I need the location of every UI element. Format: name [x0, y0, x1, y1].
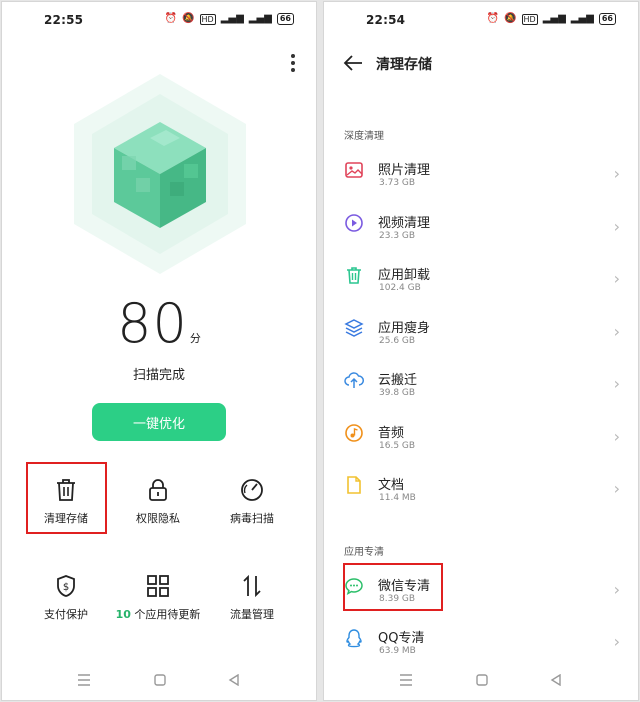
status-icons: ⏰ 🔕 HD ▂▄▆ ▂▄▆ 66: [165, 12, 294, 26]
page-title: 清理存储: [376, 57, 432, 73]
svg-text:$: $: [63, 582, 69, 593]
list-item-qq-clean[interactable]: QQ专清 63.9 MB ›: [324, 622, 638, 674]
highlight-box-clean-storage: [26, 462, 107, 534]
chevron-right-icon: ›: [613, 164, 620, 183]
score-value: 80: [117, 292, 188, 355]
shield-dollar-icon: $: [57, 575, 75, 597]
apps-grid-icon: [147, 575, 169, 597]
item-name: 视频清理: [378, 216, 431, 231]
item-size: 3.73 GB: [379, 178, 416, 188]
back-nav-icon[interactable]: [224, 670, 244, 690]
chevron-right-icon: ›: [613, 479, 620, 498]
home-icon[interactable]: [472, 670, 492, 690]
phone-screen-home: 22:55 ⏰ 🔕 HD ▂▄▆ ▂▄▆ 66 80分 扫描完成 一键优化 清: [1, 1, 317, 701]
grid-label: 10 个应用待更新: [115, 608, 201, 621]
grid-label: 权限隐私: [136, 512, 180, 525]
status-icons: ⏰ 🔕 HD ▂▄▆ ▂▄▆ 66: [487, 12, 616, 26]
status-bar: 22:54 ⏰ 🔕 HD ▂▄▆ ▂▄▆ 66: [324, 10, 638, 30]
scan-gauge-icon: [241, 479, 263, 501]
music-icon: [345, 424, 363, 442]
grid-item-permission-privacy[interactable]: 权限隐私: [108, 478, 208, 526]
nav-bar: [2, 670, 316, 690]
list-item-app-slim[interactable]: 应用瘦身 25.6 GB ›: [324, 312, 638, 364]
play-icon: [345, 214, 363, 232]
item-size: 25.6 GB: [379, 336, 416, 346]
document-icon: [347, 476, 361, 494]
photo-icon: [345, 162, 363, 178]
signal-icon-2: ▂▄▆: [570, 13, 594, 24]
one-click-optimize-button[interactable]: 一键优化: [92, 403, 226, 441]
signal-icon: ▂▄▆: [542, 13, 566, 24]
hd-icon: HD: [199, 13, 216, 25]
list-item-audio[interactable]: 音频 16.5 GB ›: [324, 417, 638, 469]
scan-status-text: 扫描完成: [132, 368, 185, 383]
recent-apps-icon[interactable]: [74, 670, 94, 690]
nav-bar: [324, 670, 638, 690]
mute-icon: 🔕: [182, 13, 195, 24]
highlight-box-wechat-clean: [343, 563, 443, 611]
back-nav-icon[interactable]: [546, 670, 566, 690]
recent-apps-icon[interactable]: [396, 670, 416, 690]
trash-icon: [347, 267, 361, 284]
item-size: 102.4 GB: [379, 283, 421, 293]
item-size: 63.9 MB: [379, 646, 416, 656]
cloud-upload-icon: [344, 372, 364, 388]
back-arrow-icon[interactable]: [342, 52, 364, 74]
item-name: 音频: [378, 426, 405, 441]
grid-label: 支付保护: [44, 608, 88, 621]
signal-icon: ▂▄▆: [220, 13, 244, 24]
item-size: 16.5 GB: [379, 441, 416, 451]
list-item-video-clean[interactable]: 视频清理 23.3 GB ›: [324, 207, 638, 259]
hd-icon: HD: [521, 13, 538, 25]
item-size: 11.4 MB: [379, 493, 416, 503]
status-time: 22:55: [44, 13, 84, 27]
chevron-right-icon: ›: [613, 632, 620, 651]
grid-label: 流量管理: [230, 608, 274, 621]
signal-icon-2: ▂▄▆: [248, 13, 272, 24]
status-bar: 22:55 ⏰ 🔕 HD ▂▄▆ ▂▄▆ 66: [2, 10, 316, 30]
section-header-deep-clean: 深度清理: [344, 131, 384, 142]
grid-item-payment-protection[interactable]: $ 支付保护: [16, 574, 116, 622]
mute-icon: 🔕: [504, 13, 517, 24]
battery-icon: 66: [276, 13, 294, 25]
grid-item-virus-scan[interactable]: 病毒扫描: [202, 478, 302, 526]
chevron-right-icon: ›: [613, 374, 620, 393]
data-arrows-icon: [243, 574, 261, 598]
phone-screen-clean-storage: 22:54 ⏰ 🔕 HD ▂▄▆ ▂▄▆ 66 清理存储 深度清理 照片清理 3…: [323, 1, 639, 701]
update-count: 10: [115, 608, 131, 621]
item-name: 应用瘦身: [378, 321, 431, 336]
lock-icon: [149, 479, 167, 501]
layers-icon: [344, 319, 364, 337]
item-size: 39.8 GB: [379, 388, 416, 398]
item-name: QQ专清: [378, 631, 425, 646]
score-unit: 分: [189, 332, 201, 345]
item-name: 应用卸载: [378, 268, 431, 283]
grid-item-data-management[interactable]: 流量管理: [202, 574, 302, 622]
grid-item-app-updates[interactable]: 10 个应用待更新: [108, 574, 208, 622]
battery-icon: 66: [598, 13, 616, 25]
status-time: 22:54: [366, 13, 406, 27]
item-name: 照片清理: [378, 163, 431, 178]
storage-cube-illustration: [74, 74, 246, 274]
item-size: 23.3 GB: [379, 231, 416, 241]
chevron-right-icon: ›: [613, 217, 620, 236]
item-name: 云搬迁: [378, 373, 418, 388]
chevron-right-icon: ›: [613, 269, 620, 288]
chevron-right-icon: ›: [613, 427, 620, 446]
list-item-cloud-migrate[interactable]: 云搬迁 39.8 GB ›: [324, 364, 638, 416]
score-display: 80 分: [2, 292, 316, 355]
list-item-app-uninstall[interactable]: 应用卸载 102.4 GB ›: [324, 259, 638, 311]
alarm-icon: ⏰: [164, 13, 178, 24]
list-item-documents[interactable]: 文档 11.4 MB ›: [324, 469, 638, 521]
chevron-right-icon: ›: [613, 322, 620, 341]
chevron-right-icon: ›: [613, 580, 620, 599]
qq-icon: [346, 629, 362, 648]
more-options-icon[interactable]: [290, 54, 296, 72]
item-name: 文档: [378, 478, 405, 493]
grid-label: 病毒扫描: [230, 512, 274, 525]
list-item-photo-clean[interactable]: 照片清理 3.73 GB ›: [324, 154, 638, 206]
section-header-app-clean: 应用专清: [344, 547, 384, 558]
home-icon[interactable]: [150, 670, 170, 690]
alarm-icon: ⏰: [486, 13, 500, 24]
